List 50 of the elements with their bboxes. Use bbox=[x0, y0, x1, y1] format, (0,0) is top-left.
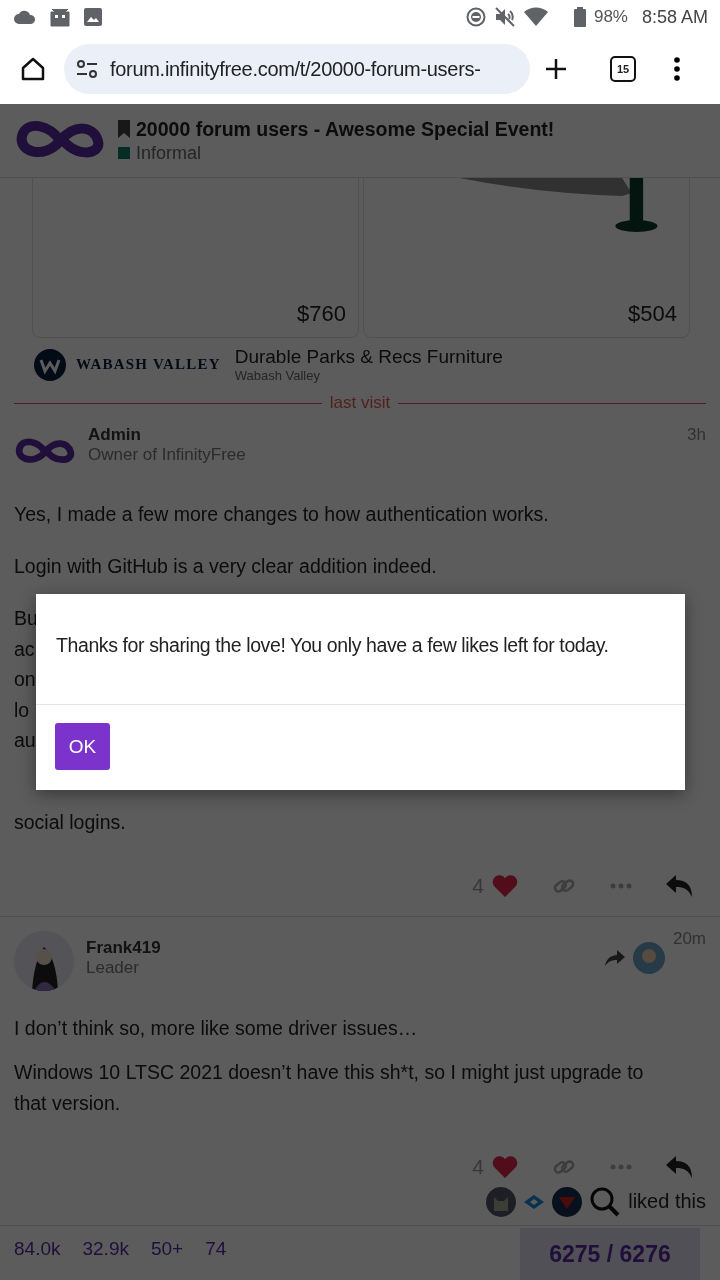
username[interactable]: Admin bbox=[88, 425, 680, 445]
ok-button[interactable]: OK bbox=[55, 723, 110, 770]
post-text-fragment: Bu bbox=[14, 606, 38, 631]
post-paragraph: Login with GitHub is a very clear addition indeed. bbox=[14, 554, 438, 579]
more-icon[interactable] bbox=[610, 882, 632, 889]
post-text-fragment: on bbox=[14, 667, 36, 692]
post-text-fragment: lo bbox=[14, 697, 30, 723]
topic-stat[interactable]: 84.0k bbox=[14, 1237, 61, 1260]
more-icon[interactable] bbox=[610, 1163, 632, 1170]
menu-icon[interactable] bbox=[674, 57, 680, 81]
battery-percentage: 98% bbox=[593, 7, 628, 27]
reply-icon[interactable] bbox=[666, 874, 692, 897]
post-paragraph: Windows 10 LTSC 2021 doesn’t have this sh*t, so I might just upgrade to that version. bbox=[14, 1059, 645, 1116]
robot-icon bbox=[50, 7, 70, 27]
post-text-fragment: ac bbox=[14, 636, 35, 662]
topic-stat[interactable]: 50+ bbox=[150, 1237, 184, 1260]
brand-logo-icon bbox=[34, 348, 66, 381]
heart-icon[interactable] bbox=[492, 874, 518, 897]
image-icon bbox=[84, 8, 102, 26]
topic-stat[interactable]: 74 bbox=[205, 1237, 227, 1260]
new-tab-icon[interactable] bbox=[544, 57, 568, 81]
liked-this-label: liked this bbox=[628, 1190, 706, 1213]
post-paragraph: Yes, I made a few more changes to how authentication works. bbox=[14, 502, 550, 527]
category-badge-icon bbox=[118, 147, 130, 159]
dialog-message: Thanks for sharing the love! You only have a few likes left for today. bbox=[36, 594, 685, 705]
battery-icon bbox=[573, 7, 586, 27]
ad-headline[interactable]: Durable Parks & Recs Furniture bbox=[234, 346, 503, 368]
tab-count-button[interactable]: 15 bbox=[610, 56, 636, 82]
username[interactable]: Frank419 bbox=[86, 937, 597, 958]
home-icon[interactable] bbox=[20, 56, 46, 82]
reply-icon[interactable] bbox=[666, 1155, 692, 1178]
post-paragraph: I don’t think so, more like some driver issues… bbox=[14, 1015, 419, 1041]
post-paragraph: social logins. bbox=[14, 809, 127, 835]
topic-stat[interactable]: 32.9k bbox=[82, 1237, 129, 1260]
wifi-icon bbox=[523, 7, 548, 27]
topic-title[interactable]: 20000 forum users - Awesome Special Event! bbox=[136, 117, 555, 141]
mute-icon bbox=[493, 7, 516, 27]
brand-name: WABASH VALLEY bbox=[76, 356, 221, 373]
cloud-icon bbox=[14, 10, 36, 24]
heart-icon[interactable] bbox=[492, 1155, 518, 1178]
bookmark-icon[interactable] bbox=[118, 120, 130, 138]
last-visit-label: last visit bbox=[329, 393, 391, 413]
clock: 8:58 AM bbox=[641, 6, 708, 28]
product-card[interactable]: $760 bbox=[32, 178, 359, 338]
reply-to-avatar[interactable] bbox=[632, 941, 665, 974]
site-settings-icon[interactable] bbox=[76, 60, 98, 78]
do-not-disturb-icon bbox=[465, 7, 486, 27]
address-bar[interactable]: forum.infinityfree.com/t/20000-forum-users- bbox=[64, 44, 530, 94]
post-text-fragment: au bbox=[14, 728, 36, 753]
product-card[interactable]: $504 bbox=[363, 178, 690, 338]
